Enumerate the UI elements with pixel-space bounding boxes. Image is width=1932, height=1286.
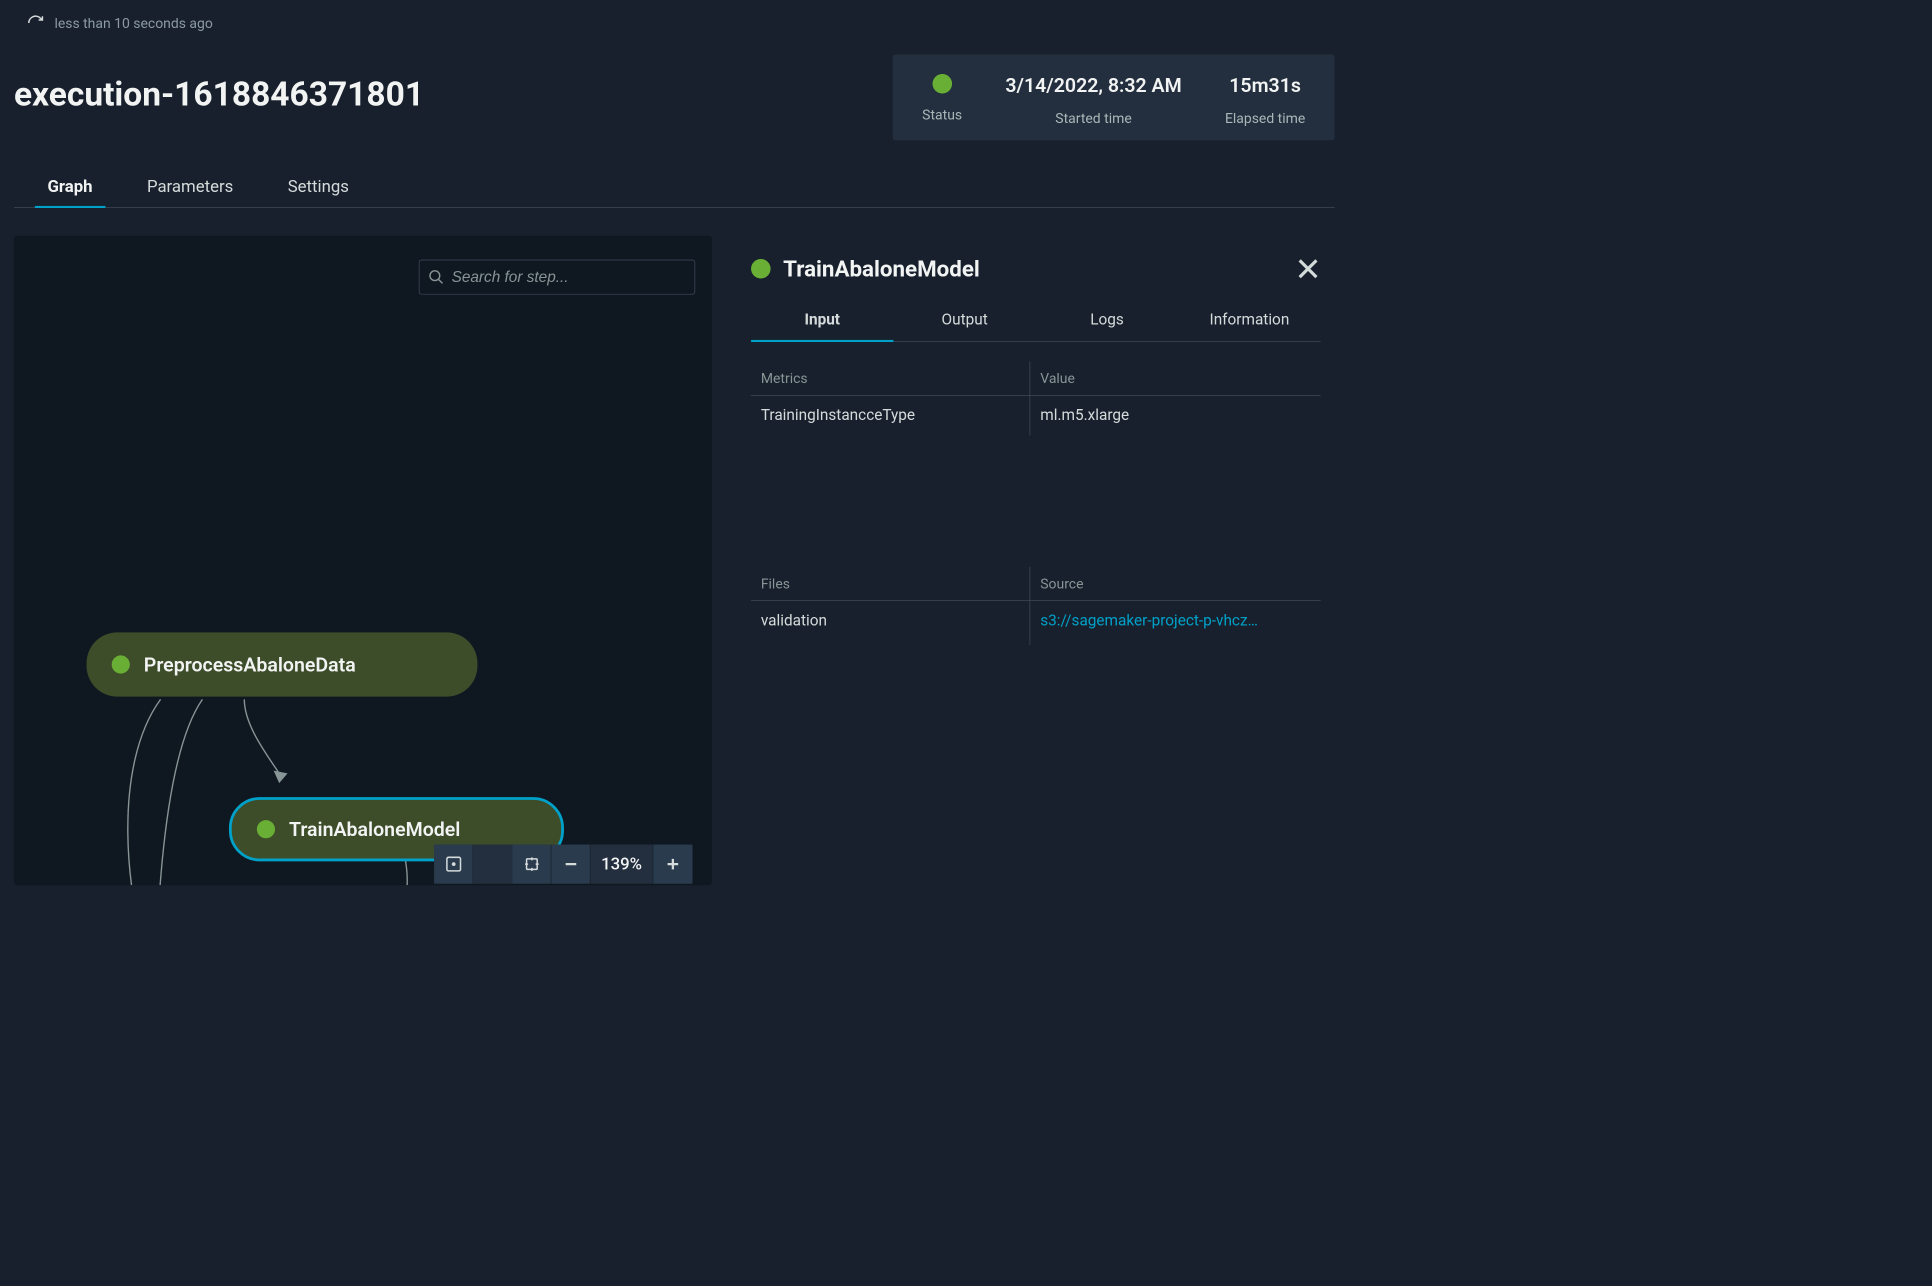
detail-tabs: Input Output Logs Information — [751, 299, 1321, 342]
status-indicator-dot — [932, 74, 952, 94]
started-time-value: 3/14/2022, 8:32 AM — [1005, 74, 1181, 97]
files-header-left: Files — [751, 567, 1030, 601]
zoom-controls: 139% — [434, 845, 692, 884]
zoom-reset-button[interactable] — [512, 845, 551, 884]
refresh-timestamp: less than 10 seconds ago — [54, 15, 212, 32]
status-dot-icon — [257, 820, 275, 838]
status-dot-icon — [751, 259, 771, 279]
metrics-header-right: Value — [1030, 362, 1320, 396]
zoom-fit-button[interactable] — [434, 845, 473, 884]
zoom-divider — [473, 845, 512, 884]
table-row: TrainingInstancceType ml.m5.xlarge — [751, 395, 1321, 435]
metric-value: ml.m5.xlarge — [1030, 395, 1320, 435]
status-label: Status — [922, 106, 962, 123]
tab-settings[interactable]: Settings — [288, 170, 349, 208]
tab-parameters[interactable]: Parameters — [147, 170, 233, 208]
step-search-field[interactable] — [419, 260, 695, 295]
started-time-label: Started time — [1055, 110, 1131, 127]
table-row: validation s3://sagemaker-project-p-vhcz… — [751, 601, 1321, 645]
detail-tab-information[interactable]: Information — [1178, 299, 1320, 342]
detail-tab-logs[interactable]: Logs — [1036, 299, 1178, 342]
step-search-input[interactable] — [452, 268, 687, 286]
metrics-table: Metrics Value TrainingInstancceType ml.m… — [751, 362, 1321, 436]
refresh-icon[interactable] — [27, 14, 45, 32]
step-node-label: PreprocessAbaloneData — [144, 653, 356, 676]
files-table: Files Source validation s3://sagemaker-p… — [751, 567, 1321, 645]
flow-edges — [14, 236, 712, 885]
status-dot-icon — [112, 655, 130, 673]
metric-name: TrainingInstancceType — [751, 395, 1030, 435]
elapsed-time-value: 15m31s — [1229, 74, 1301, 97]
zoom-out-button[interactable] — [551, 845, 590, 884]
details-title: TrainAbaloneModel — [783, 255, 980, 282]
elapsed-time-label: Elapsed time — [1225, 110, 1305, 127]
detail-tab-output[interactable]: Output — [893, 299, 1035, 342]
file-name: validation — [751, 601, 1030, 645]
step-node-preprocess[interactable]: PreprocessAbaloneData — [87, 632, 478, 696]
status-card: Status 3/14/2022, 8:32 AM Started time 1… — [893, 54, 1335, 140]
file-source-link[interactable]: s3://sagemaker-project-p-vhcz… — [1040, 612, 1258, 629]
search-icon — [428, 269, 445, 286]
main-tabs: Graph Parameters Settings — [14, 170, 1335, 208]
metrics-header-left: Metrics — [751, 362, 1030, 396]
tab-graph[interactable]: Graph — [47, 170, 92, 208]
detail-tab-input[interactable]: Input — [751, 299, 893, 342]
details-panel: TrainAbaloneModel Input Output Logs Info… — [734, 236, 1334, 885]
zoom-percentage: 139% — [591, 845, 654, 884]
step-node-label: TrainAbaloneModel — [289, 818, 460, 841]
zoom-in-button[interactable] — [653, 845, 692, 884]
graph-panel[interactable]: PreprocessAbaloneData TrainAbaloneModel … — [14, 236, 712, 885]
page-title: execution-1618846371801 — [14, 74, 424, 114]
files-header-right: Source — [1030, 567, 1320, 601]
close-icon[interactable] — [1295, 256, 1320, 281]
